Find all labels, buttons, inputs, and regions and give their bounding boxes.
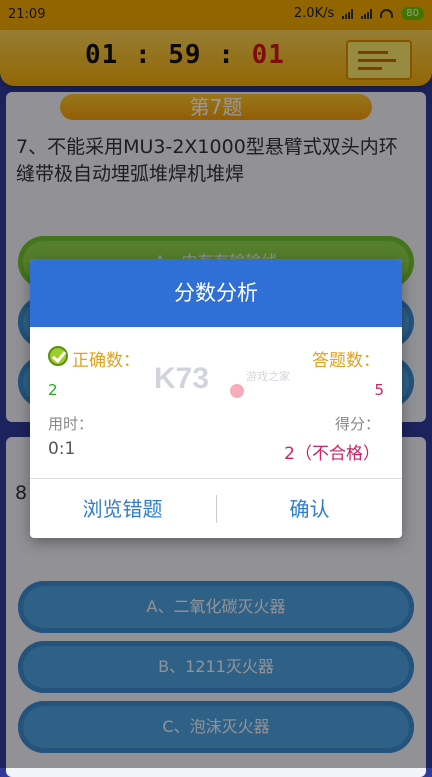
dialog-footer: 浏览错题 确认 [30,478,402,538]
watermark-logo: K73 游戏之家 [150,362,290,402]
watermark-text: 游戏之家 [246,370,290,383]
answered-value: 5 [374,381,384,399]
time-label: 用时： [48,415,94,433]
check-icon [48,346,68,366]
score-value: 2（不合格） [284,444,380,464]
score-label: 得分： [334,415,380,433]
correct-value: 2 [48,381,58,399]
correct-label: 正确数： [72,351,140,371]
watermark-logo-text: K73 [154,362,210,395]
confirm-button[interactable]: 确认 [217,479,402,538]
dialog-title: 分数分析 [30,259,402,327]
time-value: 0:1 [48,439,76,459]
score-dialog: 分数分析 正确数： 答题数： 2 5 K73 游戏之家 用时： 得分： 0:1 … [30,259,402,538]
watermark-dot-icon [230,384,244,398]
review-wrong-button[interactable]: 浏览错题 [30,479,215,538]
answered-label: 答题数： [312,351,380,371]
